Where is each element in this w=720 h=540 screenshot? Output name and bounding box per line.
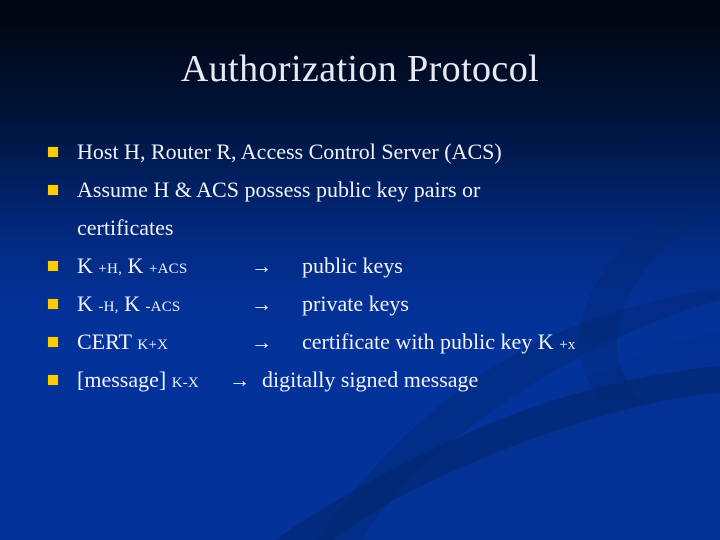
notation-subscript: K+X (137, 337, 169, 353)
notation-description: digitally signed message (262, 367, 479, 392)
notation-key-symbol: K (77, 253, 93, 278)
notation-term: [message] K-X (77, 361, 199, 402)
page-title: Authorization Protocol (180, 48, 540, 90)
bullet-square-icon (48, 375, 58, 385)
right-arrow-icon: → (251, 254, 272, 278)
list-item-label: Assume H & ACS possess public key pairs … (77, 177, 481, 202)
list-item: Host H, Router R, Access Control Server … (46, 133, 676, 171)
notation-subscript-2: +ACS (148, 261, 188, 277)
notation-cert-symbol: CERT (77, 329, 132, 354)
bullet-square-icon (48, 261, 58, 271)
list-item-continuation: certificates (46, 209, 676, 247)
bullet-square-icon (48, 299, 58, 309)
notation-description: public keys (302, 253, 403, 278)
slide: Authorization Protocol Host H, Router R,… (0, 0, 720, 540)
notation-term: K +H, K +ACS (77, 247, 187, 288)
notation-term: CERT K+X (77, 323, 168, 364)
right-arrow-icon: → (251, 330, 272, 354)
bullet-square-icon (48, 185, 58, 195)
notation-subscript: K-X (171, 375, 199, 391)
list-item-notation-private-keys: K -H, K -ACS → private keys (46, 285, 676, 323)
bullet-square-icon (48, 337, 58, 347)
notation-subscript: +H, (98, 261, 123, 277)
list-item-notation-signed-message: [message] K-X → digitally signed message (46, 361, 676, 399)
notation-key-symbol: K (77, 291, 93, 316)
right-arrow-icon: → (229, 368, 250, 392)
notation-subscript-2: -ACS (145, 299, 181, 315)
bullet-square-icon (48, 147, 58, 157)
notation-term: K -H, K -ACS (77, 285, 180, 326)
notation-description: private keys (302, 291, 409, 316)
notation-subscript: -H, (98, 299, 119, 315)
notation-description-text: certificate with public key K (302, 329, 554, 354)
bullet-list: Host H, Router R, Access Control Server … (46, 133, 676, 399)
list-item: Assume H & ACS possess public key pairs … (46, 171, 676, 209)
notation-key-symbol-2: K (127, 253, 144, 278)
list-item-continuation-label: certificates (77, 215, 174, 240)
list-item-notation-cert: CERT K+X → certificate with public key K… (46, 323, 676, 361)
right-arrow-icon: → (251, 292, 272, 316)
list-item-label: Host H, Router R, Access Control Server … (77, 139, 502, 164)
list-item-notation-public-keys: K +H, K +ACS → public keys (46, 247, 676, 285)
notation-key-symbol-2: K (124, 291, 140, 316)
notation-description: certificate with public key K +x (302, 323, 576, 364)
notation-message-symbol: [message] (77, 367, 167, 392)
notation-description-subscript: +x (559, 337, 576, 353)
